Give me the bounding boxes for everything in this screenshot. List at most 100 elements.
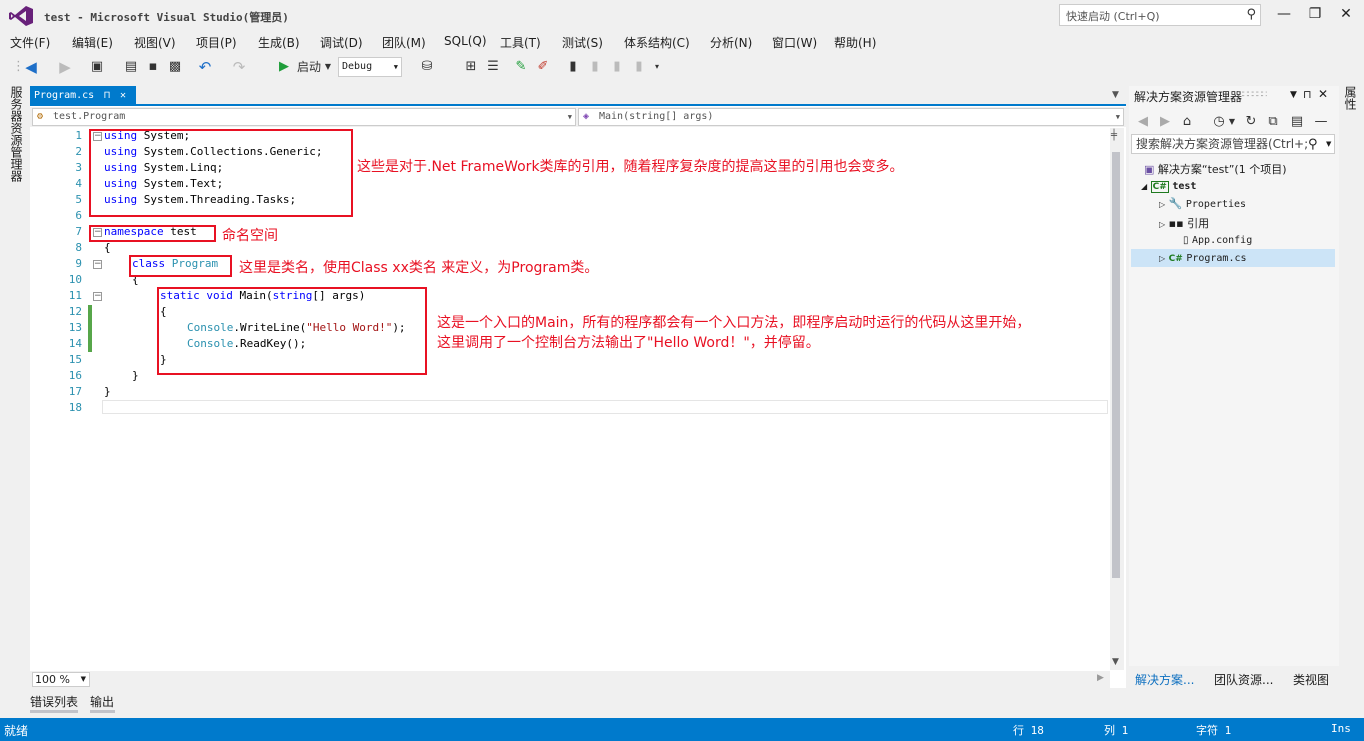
tab-program-cs[interactable]: Program.cs ⊓ ✕: [30, 86, 136, 106]
zoom-value: 100 %: [35, 673, 70, 686]
menu-sql[interactable]: SQL(Q): [444, 34, 487, 48]
tree-item-properties[interactable]: ▷ 🔧 Properties: [1159, 197, 1246, 210]
sync-icon[interactable]: ◷: [1211, 112, 1227, 132]
tab-close-icon[interactable]: ✕: [120, 86, 126, 106]
menu-bar: 文件(F) 编辑(E) 视图(V) 项目(P) 生成(B) 调试(D) 团队(M…: [0, 32, 1364, 52]
restore-button[interactable]: ❐: [1301, 4, 1329, 26]
back-icon[interactable]: ◀: [22, 57, 40, 77]
uncomment-icon[interactable]: ✐: [534, 57, 552, 77]
tree-item-program-cs[interactable]: ▷ C# Program.cs: [1159, 251, 1247, 264]
tab-dropdown-icon[interactable]: ▼: [1112, 90, 1119, 100]
menu-test[interactable]: 测试(S): [562, 34, 603, 51]
menu-view[interactable]: 视图(V): [134, 34, 176, 51]
forward-icon[interactable]: ▶: [56, 57, 74, 77]
main-annotation-box: [157, 287, 427, 375]
zoom-select[interactable]: 100 % ▼: [32, 672, 90, 687]
open-file-icon[interactable]: ▤: [122, 57, 140, 77]
navigation-bar: ⚙ test.Program ▼ ◈ Main(string[] args) ▼: [30, 107, 1126, 127]
collapsed-icon: ▷: [1159, 254, 1166, 263]
menu-file[interactable]: 文件(F): [10, 34, 50, 51]
next-bookmark-icon[interactable]: ▮: [610, 57, 624, 77]
pin-icon[interactable]: ⊓: [104, 86, 110, 106]
forward-icon[interactable]: ▶: [1157, 112, 1173, 132]
menu-build[interactable]: 生成(B): [258, 34, 300, 51]
server-explorer-tab[interactable]: 服务器资源管理器: [8, 86, 23, 182]
properties-tab[interactable]: 属性: [1342, 86, 1357, 110]
tab-output[interactable]: 输出: [90, 693, 114, 710]
new-project-icon[interactable]: ▣: [88, 57, 106, 77]
find-in-files-icon[interactable]: ⛁: [418, 57, 436, 77]
menu-project[interactable]: 项目(P): [196, 34, 237, 51]
menu-window[interactable]: 窗口(W): [772, 34, 817, 51]
namespace-annotation-box: [89, 225, 216, 242]
properties-icon[interactable]: —: [1313, 112, 1329, 132]
panel-grip-icon: ∷∷∷∷∷∷: [1238, 90, 1267, 100]
toggle-view-icon[interactable]: ☰: [484, 57, 502, 77]
tab-class-view[interactable]: 类视图: [1293, 671, 1329, 688]
status-bar: 就绪 行 18 列 1 字符 1 Ins: [0, 718, 1364, 741]
panel-close-icon[interactable]: ✕: [1318, 87, 1328, 101]
split-icon[interactable]: ╪: [1111, 130, 1117, 141]
save-icon[interactable]: ▪: [144, 57, 162, 77]
tree-item-label: 解决方案“test”(1 个项目): [1157, 163, 1287, 176]
previous-bookmark-icon[interactable]: ▮: [588, 57, 602, 77]
show-all-files-icon[interactable]: ▤: [1289, 112, 1305, 132]
close-button[interactable]: ✕: [1332, 4, 1360, 26]
start-debug-icon[interactable]: ▶: [276, 57, 292, 77]
menu-analyze[interactable]: 分析(N): [710, 34, 752, 51]
menu-debug[interactable]: 调试(D): [320, 34, 363, 51]
status-column: 列 1: [1104, 724, 1129, 737]
clear-bookmarks-icon[interactable]: ▮: [632, 57, 646, 77]
save-all-icon[interactable]: ▩: [166, 57, 184, 77]
collapse-all-icon[interactable]: ⧉: [1265, 112, 1281, 132]
visual-studio-logo-icon: [9, 6, 33, 26]
solution-explorer-toolbar: ◀ ▶ ⌂ ◷ ▼ ↻ ⧉ ▤ —: [1129, 108, 1339, 132]
scroll-right-icon[interactable]: ▶: [1097, 673, 1104, 683]
bookmark-icon[interactable]: ▮: [566, 57, 580, 77]
chevron-down-icon[interactable]: ▼: [1326, 140, 1332, 148]
menu-architecture[interactable]: 体系结构(C): [624, 34, 690, 51]
tab-solution-explorer[interactable]: 解决方案...: [1135, 671, 1194, 688]
quick-launch-input[interactable]: 快速启动 (Ctrl+Q) ⚲: [1059, 4, 1261, 26]
start-dropdown-icon[interactable]: ▼: [323, 57, 333, 77]
start-button[interactable]: 启动: [295, 57, 323, 77]
panel-menu-icon[interactable]: ▼: [1290, 90, 1297, 100]
comment-icon[interactable]: ✎: [512, 57, 530, 77]
tree-item-project[interactable]: ◢ C# test: [1141, 179, 1196, 193]
tree-item-label: Program.cs: [1186, 253, 1247, 264]
tab-error-list[interactable]: 错误列表: [30, 693, 78, 710]
minimize-button[interactable]: —: [1270, 4, 1298, 26]
configuration-select[interactable]: Debug ▼: [338, 57, 402, 77]
chevron-down-icon: ▼: [1115, 113, 1120, 121]
line-number: 18: [68, 401, 82, 414]
collapse-icon[interactable]: −: [93, 292, 102, 301]
menu-edit[interactable]: 编辑(E): [72, 34, 113, 51]
home-icon[interactable]: ⌂: [1179, 112, 1195, 132]
tree-item-app-config[interactable]: ▯ App.config: [1183, 233, 1252, 246]
solution-configuration-icon[interactable]: ⊞: [462, 57, 480, 77]
tree-item-references[interactable]: ▷ ▪▪ 引用: [1159, 215, 1209, 231]
menu-team[interactable]: 团队(M): [382, 34, 426, 51]
menu-tools[interactable]: 工具(T): [500, 34, 541, 51]
collapse-icon[interactable]: −: [93, 260, 102, 269]
tree-item-label: 引用: [1187, 217, 1210, 230]
tab-team-explorer[interactable]: 团队资源...: [1214, 671, 1273, 688]
back-icon[interactable]: ◀: [1135, 112, 1151, 132]
redo-icon[interactable]: ↷: [230, 57, 248, 77]
scroll-down-icon[interactable]: ▼: [1112, 657, 1119, 667]
pin-icon[interactable]: ⊓: [1303, 88, 1312, 101]
undo-icon[interactable]: ↶: [196, 57, 214, 77]
menu-help[interactable]: 帮助(H): [834, 34, 876, 51]
member-navigation-select[interactable]: ◈ Main(string[] args) ▼: [578, 108, 1124, 126]
chevron-down-icon[interactable]: ▼: [1227, 112, 1237, 132]
horizontal-scrollbar[interactable]: [30, 671, 1110, 688]
solution-explorer-title: 解决方案资源管理器: [1134, 90, 1243, 104]
solution-search-input[interactable]: 搜索解决方案资源管理器(Ctrl+;): [1131, 134, 1335, 154]
line-number: 15: [68, 353, 82, 366]
toolbar-overflow-icon[interactable]: ▾: [652, 57, 662, 77]
tab-label: Program.cs: [34, 90, 95, 101]
scrollbar-thumb[interactable]: [1112, 152, 1120, 578]
type-navigation-select[interactable]: ⚙ test.Program ▼: [32, 108, 576, 126]
tree-item-solution[interactable]: ▣ 解决方案“test”(1 个项目): [1144, 161, 1287, 177]
refresh-icon[interactable]: ↻: [1243, 112, 1259, 132]
